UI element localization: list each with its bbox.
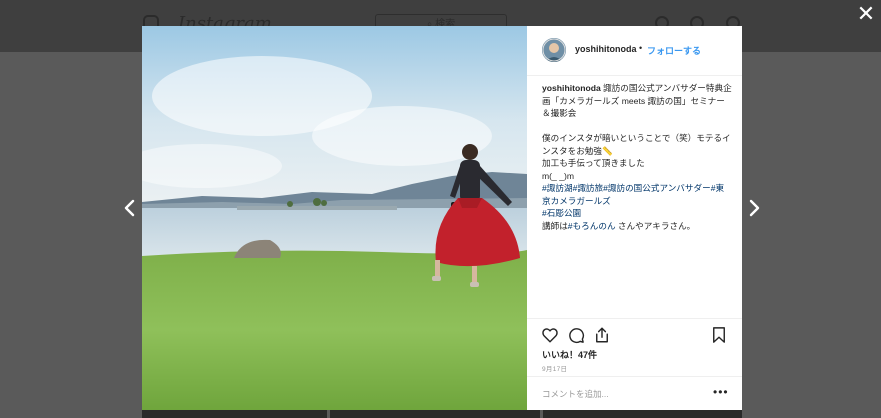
lecturer-suffix: さんやアキラさん。	[615, 220, 696, 231]
hashtag[interactable]: #諏訪の国公式アンバサダー	[603, 183, 711, 193]
comment-row: •••	[527, 376, 742, 410]
lecturer-prefix: 講師は	[542, 220, 568, 231]
previous-arrow-icon[interactable]	[122, 196, 138, 220]
hashtag[interactable]: #諏訪湖	[542, 183, 573, 193]
separator-dot: •	[639, 43, 643, 53]
post-header: yoshihitonoda • フォローする	[527, 26, 742, 76]
caption-username[interactable]: yoshihitonoda	[542, 83, 601, 93]
bookmark-icon[interactable]	[710, 326, 728, 344]
like-heart-icon[interactable]	[541, 326, 559, 344]
comment-icon[interactable]	[567, 326, 585, 344]
hashtag[interactable]: #石彫公園	[542, 208, 581, 218]
avatar[interactable]	[542, 38, 566, 62]
post-photo[interactable]	[142, 26, 527, 410]
next-arrow-icon[interactable]	[746, 196, 762, 220]
caption-text: 諏訪の国公式アンバサダー特典企画「カメラガールズ meets 諏訪の国」セミナー…	[542, 83, 732, 181]
close-button[interactable]: ✕	[855, 3, 877, 25]
more-options-button[interactable]: •••	[713, 385, 729, 399]
post-modal: yoshihitonoda • フォローする yoshihitonoda 諏訪の…	[142, 26, 742, 410]
hashtag[interactable]: #諏訪旅	[573, 183, 604, 193]
action-bar	[527, 318, 742, 348]
post-caption: yoshihitonoda 諏訪の国公式アンバサダー特典企画「カメラガールズ m…	[542, 82, 732, 232]
background-thumbnail	[330, 410, 540, 418]
background-thumbnail	[543, 410, 742, 418]
share-icon[interactable]	[593, 326, 611, 344]
follow-button[interactable]: フォローする	[647, 44, 701, 57]
comment-input[interactable]	[542, 386, 702, 402]
like-count[interactable]: いいね！47件	[542, 348, 597, 361]
hashtag[interactable]: #もろんのん	[568, 221, 616, 231]
post-username[interactable]: yoshihitonoda	[575, 44, 637, 54]
background-thumbnail	[142, 410, 327, 418]
post-sidebar: yoshihitonoda • フォローする yoshihitonoda 諏訪の…	[527, 26, 742, 410]
post-date[interactable]: 9月17日	[542, 363, 567, 373]
